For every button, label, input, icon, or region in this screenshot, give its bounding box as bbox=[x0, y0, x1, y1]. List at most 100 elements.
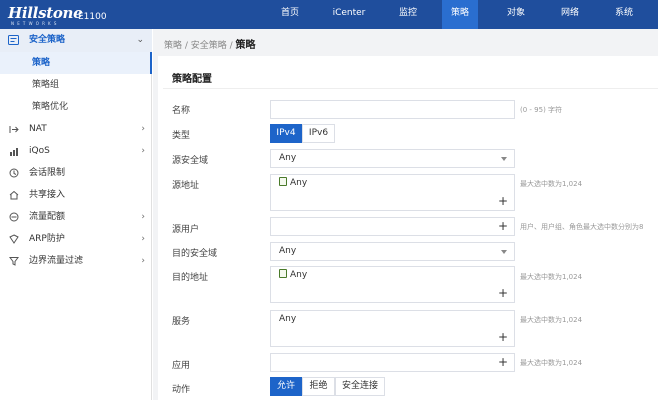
chevron-up-icon: ⌄ bbox=[136, 35, 144, 45]
src-user-label: 源用户 bbox=[172, 225, 200, 235]
src-addr-label: 源地址 bbox=[172, 181, 200, 191]
chevron-right-icon: › bbox=[141, 212, 145, 222]
sidebar-item-label: 策略 bbox=[32, 58, 51, 68]
sidebar-item-label: 边界流量过滤 bbox=[29, 256, 84, 266]
app-label: 应用 bbox=[172, 361, 191, 371]
src-addr-field[interactable]: Any + bbox=[270, 174, 515, 211]
sidebar-item-label: 共享接入 bbox=[29, 190, 66, 200]
sidebar-item-policy-group[interactable]: 策略组 bbox=[0, 74, 152, 96]
panel-title: 策略配置 bbox=[172, 74, 212, 85]
src-zone-label: 源安全域 bbox=[172, 156, 209, 166]
src-user-field[interactable]: + bbox=[270, 217, 515, 236]
caret-down-icon bbox=[501, 157, 507, 161]
policy-config-panel: 策略配置 名称 (0 - 95) 字符 类型 IPv4 IPv6 源安全域 An… bbox=[158, 56, 658, 400]
sidebar-item-traffic-quota[interactable]: 流量配额 › bbox=[0, 206, 152, 228]
session-limit-icon bbox=[7, 162, 21, 184]
service-field[interactable]: Any + bbox=[270, 310, 515, 347]
shield-icon bbox=[7, 228, 21, 250]
add-dst-addr-icon[interactable]: + bbox=[498, 285, 508, 302]
dst-addr-field[interactable]: Any + bbox=[270, 266, 515, 303]
chevron-right-icon: › bbox=[141, 146, 145, 156]
sidebar-item-iqos[interactable]: iQoS › bbox=[0, 140, 152, 162]
address-book-icon bbox=[279, 177, 287, 186]
action-label: 动作 bbox=[172, 385, 191, 395]
add-service-icon[interactable]: + bbox=[498, 329, 508, 346]
sidebar-item-policy[interactable]: 策略 bbox=[0, 52, 152, 74]
app-hint: 最大选中数为1,024 bbox=[520, 359, 583, 367]
app-field[interactable]: + bbox=[270, 353, 515, 372]
sidebar-item-label: ARP防护 bbox=[29, 234, 65, 244]
dst-addr-hint: 最大选中数为1,024 bbox=[520, 273, 583, 281]
dst-zone-label: 目的安全域 bbox=[172, 249, 218, 259]
home-icon bbox=[7, 184, 21, 206]
service-value: Any bbox=[279, 314, 297, 324]
sidebar-item-nat[interactable]: NAT › bbox=[0, 118, 152, 140]
sidebar-section-security-policy[interactable]: 安全策略 ⌄ bbox=[0, 29, 152, 52]
chevron-right-icon: › bbox=[141, 256, 145, 266]
main-content: 策略 / 安全策略 / 策略 策略配置 名称 (0 - 95) 字符 类型 IP… bbox=[153, 29, 658, 400]
sidebar-item-label: 会话限制 bbox=[29, 168, 66, 178]
sidebar-item-label: 流量配额 bbox=[29, 212, 66, 222]
action-deny-button[interactable]: 拒绝 bbox=[302, 377, 335, 396]
sidebar-item-arp-protection[interactable]: ARP防护 › bbox=[0, 228, 152, 250]
src-addr-tag: Any bbox=[279, 175, 307, 192]
action-secure-connect-button[interactable]: 安全连接 bbox=[335, 377, 385, 396]
nav-network[interactable]: 网络 bbox=[548, 0, 592, 29]
name-label: 名称 bbox=[172, 106, 191, 116]
nav-icenter[interactable]: iCenter bbox=[325, 0, 373, 29]
dst-addr-label: 目的地址 bbox=[172, 273, 209, 283]
caret-down-icon bbox=[501, 250, 507, 254]
service-label: 服务 bbox=[172, 317, 191, 327]
type-label: 类型 bbox=[172, 131, 191, 141]
action-allow-button[interactable]: 允许 bbox=[270, 377, 302, 396]
sidebar-item-label: NAT bbox=[29, 124, 47, 134]
src-addr-value: Any bbox=[290, 178, 308, 188]
sidebar-item-policy-optimize[interactable]: 策略优化 bbox=[0, 96, 152, 118]
dst-zone-select[interactable]: Any bbox=[270, 242, 515, 261]
add-app-icon[interactable]: + bbox=[498, 354, 508, 371]
service-hint: 最大选中数为1,024 bbox=[520, 316, 583, 324]
bar-chart-icon bbox=[7, 140, 21, 162]
nav-system[interactable]: 系统 bbox=[602, 0, 646, 29]
src-addr-hint: 最大选中数为1,024 bbox=[520, 180, 583, 188]
quota-icon bbox=[7, 206, 21, 228]
nat-icon bbox=[7, 118, 21, 140]
sidebar-item-session-limit[interactable]: 会话限制 bbox=[0, 162, 152, 184]
breadcrumb-current: 策略 bbox=[235, 40, 256, 51]
nav-home[interactable]: 首页 bbox=[268, 0, 312, 29]
brand-logo[interactable]: Hillstone bbox=[8, 4, 83, 22]
breadcrumb-path[interactable]: 策略 / 安全策略 / bbox=[164, 41, 236, 51]
device-model: E1100 bbox=[78, 12, 107, 22]
top-bar: Hillstone NETWORKS E1100 首页 iCenter 监控 策… bbox=[0, 0, 658, 29]
sidebar: 安全策略 ⌄ 策略 策略组 策略优化 NAT › iQoS › 会话限制 共享接… bbox=[0, 29, 152, 400]
sidebar-item-label: 策略优化 bbox=[32, 102, 69, 112]
name-hint: (0 - 95) 字符 bbox=[520, 106, 563, 114]
divider bbox=[163, 88, 658, 89]
sidebar-item-label: 策略组 bbox=[32, 80, 60, 90]
src-user-hint: 用户、用户组、角色最大选中数分别为8 bbox=[520, 223, 644, 231]
add-src-addr-icon[interactable]: + bbox=[498, 193, 508, 210]
dst-addr-value: Any bbox=[290, 270, 308, 280]
sidebar-item-label: iQoS bbox=[29, 146, 50, 156]
type-ipv4-button[interactable]: IPv4 bbox=[270, 124, 302, 143]
chevron-right-icon: › bbox=[141, 124, 145, 134]
nav-object[interactable]: 对象 bbox=[494, 0, 538, 29]
nav-monitor[interactable]: 监控 bbox=[386, 0, 430, 29]
sidebar-item-shared-access[interactable]: 共享接入 bbox=[0, 184, 152, 206]
add-src-user-icon[interactable]: + bbox=[498, 218, 508, 235]
nav-policy[interactable]: 策略 bbox=[442, 0, 478, 29]
sidebar-section-label: 安全策略 bbox=[29, 35, 66, 45]
policy-icon bbox=[8, 35, 19, 45]
breadcrumb: 策略 / 安全策略 / 策略 bbox=[164, 36, 256, 51]
brand-logo-subtitle: NETWORKS bbox=[11, 21, 60, 26]
dst-addr-tag: Any bbox=[279, 267, 307, 284]
filter-icon bbox=[7, 250, 21, 272]
dst-zone-value: Any bbox=[279, 246, 297, 256]
src-zone-select[interactable]: Any bbox=[270, 149, 515, 168]
chevron-right-icon: › bbox=[141, 234, 145, 244]
src-zone-value: Any bbox=[279, 153, 297, 163]
type-ipv6-button[interactable]: IPv6 bbox=[302, 124, 335, 143]
sidebar-item-border-traffic-filter[interactable]: 边界流量过滤 › bbox=[0, 250, 152, 272]
name-input[interactable] bbox=[270, 100, 515, 119]
address-book-icon bbox=[279, 269, 287, 278]
